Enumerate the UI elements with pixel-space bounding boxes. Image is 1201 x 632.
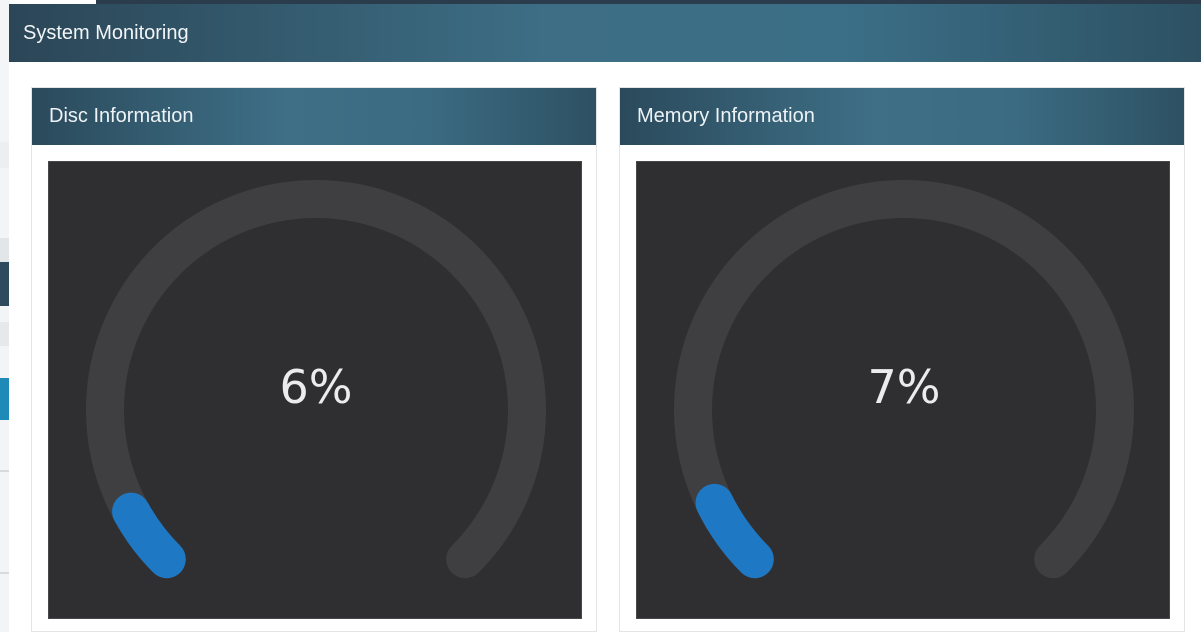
system-monitoring-panel: System Monitoring Disc Information 6% Me… [9,4,1201,632]
panel-title: System Monitoring [9,4,1201,62]
memory-usage-gauge: 7% [636,161,1170,619]
gauge-value: 7% [867,360,941,414]
card-title: Memory Information [620,88,1184,145]
disc-usage-gauge: 6% [48,161,582,619]
card-title: Disc Information [32,88,596,145]
gauge-value: 6% [279,360,353,414]
memory-information-card: Memory Information 7% [619,87,1185,632]
gauge-fill [112,492,186,579]
gauge-fill [695,483,774,579]
page: System Monitoring Disc Information 6% Me… [0,0,1201,632]
disc-information-card: Disc Information 6% [31,87,597,632]
